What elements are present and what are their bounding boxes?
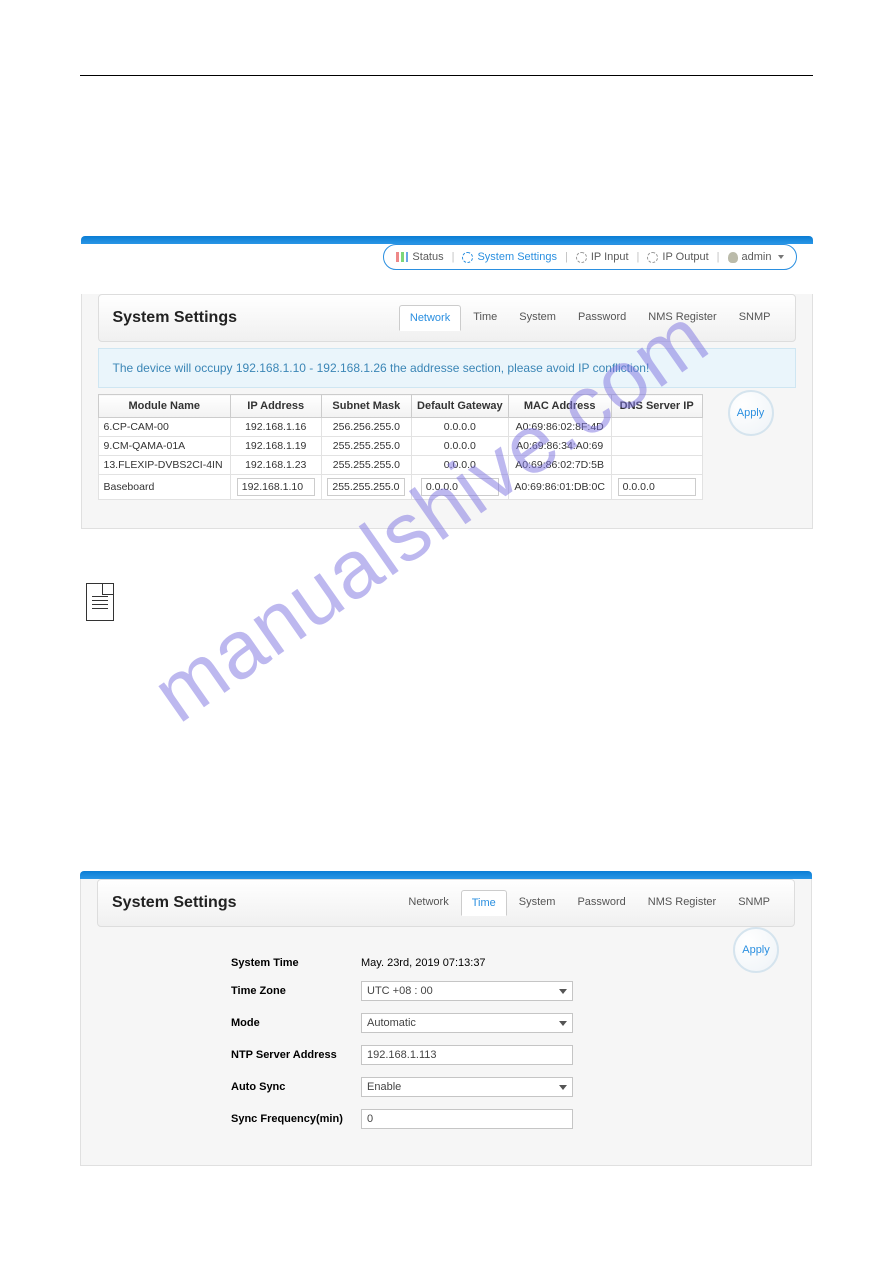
tab-system[interactable]: System	[509, 305, 566, 331]
baseboard-row: Baseboard A0:69:86:01:DB:0C	[98, 475, 702, 500]
tab-password[interactable]: Password	[568, 305, 636, 331]
tab-nms-register[interactable]: NMS Register	[638, 305, 726, 331]
chevron-down-icon	[559, 1021, 567, 1026]
top-nav: Status | System Settings | IP Input | IP…	[383, 244, 796, 270]
chevron-down-icon	[559, 1085, 567, 1090]
nav-ip-input[interactable]: IP Input	[576, 251, 629, 263]
page-title: System Settings	[113, 309, 237, 327]
sync-freq-input[interactable]	[361, 1109, 573, 1129]
nav-ip-output[interactable]: IP Output	[647, 251, 708, 263]
tab-password[interactable]: Password	[567, 890, 635, 916]
table-row: 13.FLEXIP-DVBS2CI-4IN 192.168.1.23 255.2…	[98, 456, 702, 475]
bar-chart-icon	[396, 252, 408, 262]
tab-network[interactable]: Network	[398, 890, 458, 916]
sync-freq-label: Sync Frequency(min)	[231, 1113, 361, 1125]
ip-conflict-alert: The device will occupy 192.168.1.10 - 19…	[98, 348, 796, 388]
chevron-down-icon	[778, 255, 784, 259]
system-time-label: System Time	[231, 957, 361, 969]
apply-button[interactable]: Apply	[733, 927, 779, 973]
mode-select[interactable]: Automatic	[361, 1013, 573, 1033]
tab-network[interactable]: Network	[399, 305, 461, 331]
gear-icon	[576, 252, 587, 263]
gear-icon	[462, 252, 473, 263]
user-icon	[728, 252, 738, 263]
table-row: 9.CM-QAMA-01A 192.168.1.19 255.255.255.0…	[98, 437, 702, 456]
nav-system-settings[interactable]: System Settings	[462, 251, 556, 263]
col-mac: MAC Address	[508, 395, 611, 418]
baseboard-ip-input[interactable]	[237, 478, 315, 496]
tab-snmp[interactable]: SNMP	[729, 305, 781, 331]
baseboard-gw-input[interactable]	[421, 478, 499, 496]
table-row: 6.CP-CAM-00 192.168.1.16 256.256.255.0 0…	[98, 418, 702, 437]
baseboard-mask-input[interactable]	[327, 478, 405, 496]
auto-sync-label: Auto Sync	[231, 1081, 361, 1093]
ntp-label: NTP Server Address	[231, 1049, 361, 1061]
mode-label: Mode	[231, 1017, 361, 1029]
tab-snmp[interactable]: SNMP	[728, 890, 780, 916]
chevron-down-icon	[559, 989, 567, 994]
screenshot-network: Status | System Settings | IP Input | IP…	[81, 236, 813, 529]
tab-time[interactable]: Time	[461, 890, 507, 916]
nav-admin[interactable]: admin	[728, 251, 784, 263]
tab-system[interactable]: System	[509, 890, 566, 916]
col-mask: Subnet Mask	[321, 395, 412, 418]
page-top-rule	[80, 75, 813, 76]
col-dns: DNS Server IP	[611, 395, 702, 418]
col-gw: Default Gateway	[412, 395, 508, 418]
page-title: System Settings	[112, 894, 236, 912]
panel-header: System Settings Network Time System Pass…	[98, 294, 796, 342]
subtabs: Network Time System Password NMS Registe…	[399, 305, 781, 331]
gear-icon	[647, 252, 658, 263]
ntp-server-input[interactable]	[361, 1045, 573, 1065]
note-icon	[86, 583, 114, 621]
apply-button[interactable]: Apply	[728, 390, 774, 436]
network-table: Module Name IP Address Subnet Mask Defau…	[98, 394, 703, 500]
time-zone-select[interactable]: UTC +08 : 00	[361, 981, 573, 1001]
col-module: Module Name	[98, 395, 230, 418]
time-zone-label: Time Zone	[231, 985, 361, 997]
subtabs: Network Time System Password NMS Registe…	[398, 890, 780, 916]
panel-header: System Settings Network Time System Pass…	[97, 879, 795, 927]
system-time-value: May. 23rd, 2019 07:13:37	[361, 957, 486, 969]
screenshot-time: System Settings Network Time System Pass…	[80, 871, 812, 1166]
time-form: Apply System Time May. 23rd, 2019 07:13:…	[81, 927, 811, 1165]
col-ip: IP Address	[230, 395, 321, 418]
baseboard-dns-input[interactable]	[618, 478, 696, 496]
tab-nms-register[interactable]: NMS Register	[638, 890, 726, 916]
auto-sync-select[interactable]: Enable	[361, 1077, 573, 1097]
nav-status[interactable]: Status	[396, 251, 443, 263]
tab-time[interactable]: Time	[463, 305, 507, 331]
